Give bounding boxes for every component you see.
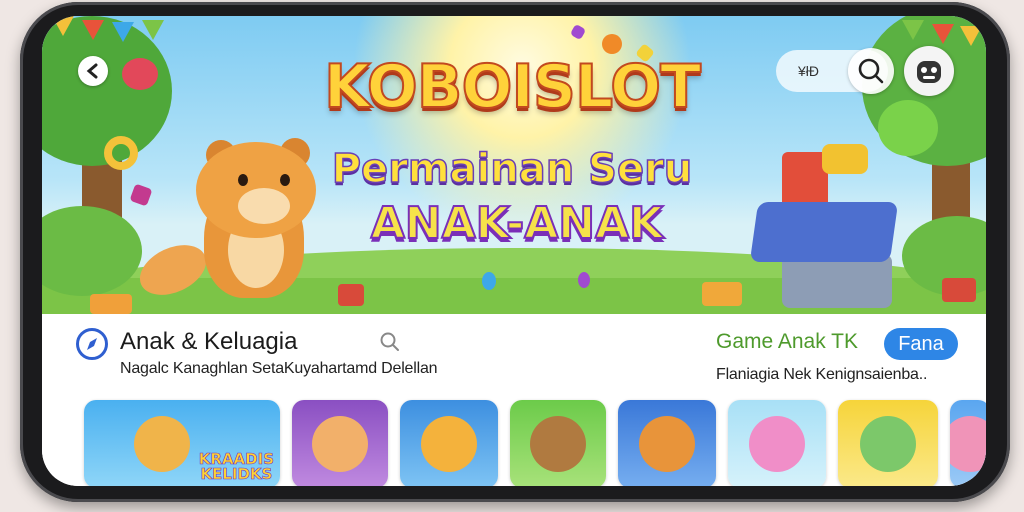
floating-ball: [602, 34, 622, 54]
toy-machine-top: [822, 144, 868, 174]
balloon: [578, 272, 590, 288]
banner-subtitle-secondary: ANAK-ANAK: [370, 197, 665, 250]
banner-title: KOBOISLOT: [323, 51, 702, 123]
category-subtitle: Nagalc Kanaghlan SetaKuyahartamd Delella…: [120, 360, 438, 377]
compass-needle: [87, 338, 97, 350]
game-card[interactable]: [510, 400, 606, 486]
bunting-flag: [112, 22, 134, 42]
card-label-bottom: KELIDKS: [200, 465, 273, 483]
arrow-left-icon: [86, 63, 98, 79]
game-card[interactable]: [950, 400, 986, 486]
category-title: Anak & Keluagia: [120, 328, 298, 355]
bunting-flag: [902, 20, 924, 40]
bear-muzzle: [238, 188, 290, 224]
card-character: [421, 416, 477, 472]
bunting-flag: [52, 16, 74, 36]
bunting-flag: [960, 26, 982, 46]
banner-subtitle: Permainan Seru: [331, 145, 693, 193]
game-card[interactable]: KRAADIS KELIDKS: [84, 400, 280, 486]
search-icon: [858, 58, 884, 84]
category-info-row: Anak & Keluagia Nagalc Kanaghlan SetaKuy…: [42, 314, 986, 396]
toy-block: [702, 282, 742, 306]
ring-toy: [104, 136, 138, 170]
card-character: [312, 416, 368, 472]
bunting-flag: [932, 24, 954, 44]
game-card[interactable]: [838, 400, 938, 486]
phone-frame: KOBOISLOT Permainan Seru ANAK-ANAK ¥łĐ A…: [20, 2, 1010, 502]
bunting-flag: [82, 20, 104, 40]
card-character: [749, 416, 805, 472]
toy-machine-body: [749, 202, 899, 262]
featured-subtitle: Flaniagia Nek Kenignsaienba..: [716, 366, 928, 383]
toy-block: [338, 284, 364, 306]
bear-eye: [280, 174, 290, 186]
card-character: [134, 416, 191, 472]
game-card[interactable]: [618, 400, 716, 486]
app-screen: KOBOISLOT Permainan Seru ANAK-ANAK ¥łĐ A…: [42, 16, 986, 486]
card-label: KRAADIS KELIDKS: [198, 451, 274, 483]
robot-face-icon: [917, 61, 941, 83]
toy-block: [942, 278, 976, 302]
featured-badge-button[interactable]: Fana: [884, 328, 958, 360]
back-button[interactable]: [78, 56, 108, 86]
featured-title[interactable]: Game Anak TK: [716, 330, 858, 354]
card-character: [530, 416, 586, 472]
compass-icon[interactable]: [76, 328, 108, 360]
game-card[interactable]: [292, 400, 388, 486]
search-icon[interactable]: [378, 330, 402, 354]
card-character: [639, 416, 695, 472]
language-pill-label: ¥łĐ: [798, 63, 820, 79]
game-card[interactable]: [728, 400, 826, 486]
bear-eye: [238, 174, 248, 186]
balloon: [482, 272, 496, 290]
game-card-list: KRAADIS KELIDKS: [42, 396, 986, 486]
game-card[interactable]: [400, 400, 498, 486]
floating-cube: [129, 183, 153, 207]
red-critter: [122, 58, 158, 90]
green-critter: [878, 100, 938, 156]
profile-avatar-button[interactable]: [904, 46, 954, 96]
hero-banner[interactable]: KOBOISLOT Permainan Seru ANAK-ANAK ¥łĐ: [42, 16, 986, 314]
card-character: [950, 416, 986, 472]
search-button[interactable]: [848, 48, 894, 94]
toy-machine-base: [782, 254, 892, 308]
toy-block: [90, 294, 132, 314]
bunting-flag: [142, 20, 164, 40]
card-character: [860, 416, 916, 472]
